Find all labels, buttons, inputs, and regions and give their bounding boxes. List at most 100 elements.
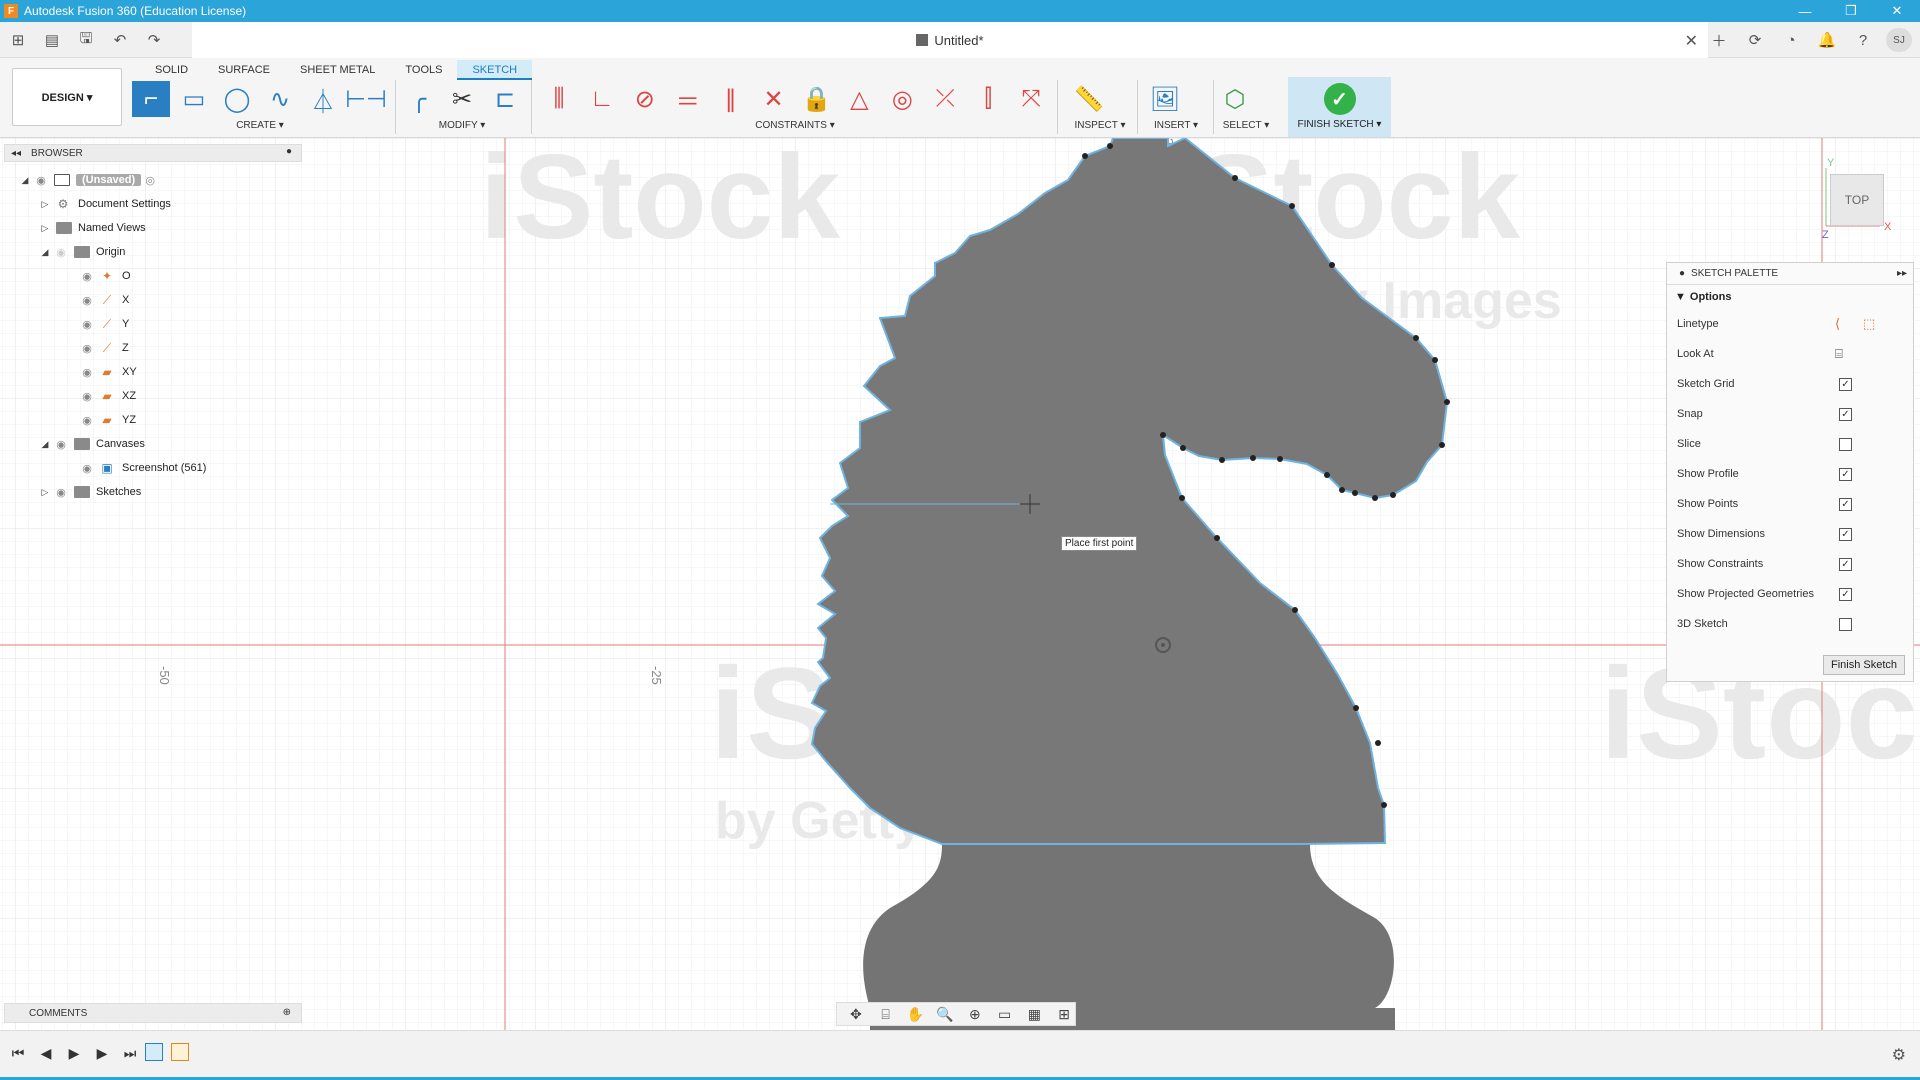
measure-icon[interactable]: 📏 [1070,81,1108,117]
tree-item-xz-plane[interactable]: ◉ ▰ XZ [78,386,136,406]
expand-triangle-icon[interactable]: ▷ [38,487,52,498]
snap-checkbox[interactable]: ✓ [1839,407,1852,421]
inspect-menu[interactable]: INSPECT ▾ [1070,120,1130,131]
visibility-eye-icon[interactable]: ◉ [78,270,96,283]
construction-linetype-icon[interactable]: ⟨ [1835,316,1840,332]
tree-item-origin-point[interactable]: ◉ ✦ O [78,266,130,286]
visibility-eye-icon[interactable]: ◉ [78,390,96,403]
tab-surface[interactable]: SURFACE [203,60,285,80]
redo-icon[interactable]: ↷ [142,28,166,52]
dimension-tool-icon[interactable]: ⊢⊣ [345,81,387,117]
grid-settings-icon[interactable]: ▦ [1024,1006,1046,1023]
fillet-tool-icon[interactable]: ╭ [400,81,438,117]
finish-sketch-button[interactable]: Finish Sketch [1823,655,1905,675]
look-at-icon[interactable]: ⌸ [875,1006,897,1023]
palette-header[interactable]: ● SKETCH PALETTE ▸▸ [1667,263,1913,285]
concentric-constraint-icon[interactable]: ◎ [883,81,921,117]
slice-checkbox[interactable] [1839,437,1852,451]
collapse-triangle-icon[interactable]: ◢ [18,175,32,186]
data-panel-grid-icon[interactable]: ⊞ [6,28,30,52]
parallel-constraint-icon[interactable]: ∥ [712,81,750,117]
tab-sketch[interactable]: SKETCH [457,60,533,80]
tree-item-sketches[interactable]: ▷ ◉ Sketches [38,482,141,502]
trim-tool-icon[interactable]: ✂ [443,81,481,117]
orbit-icon[interactable]: ✥ [845,1006,867,1023]
palette-expand-icon[interactable]: ▸▸ [1897,268,1907,279]
symmetry-constraint-icon[interactable]: ⫿ [969,81,1007,117]
tree-item-screenshot-canvas[interactable]: ◉ ▣ Screenshot (561) [78,458,206,478]
expand-triangle-icon[interactable]: ▷ [38,223,52,234]
tangent-constraint-icon[interactable]: ⊘ [626,81,664,117]
show-dimensions-checkbox[interactable]: ✓ [1839,527,1852,541]
select-cursor-icon[interactable]: ⬡ [1216,81,1254,117]
browser-pin-icon[interactable]: ● [286,146,292,157]
collapse-triangle-icon[interactable]: ◢ [38,439,52,450]
triangle-constraint-icon[interactable]: △ [840,81,878,117]
create-menu[interactable]: CREATE ▾ [132,120,388,131]
visibility-eye-icon[interactable]: ◉ [52,438,70,451]
visibility-eye-icon[interactable]: ◉ [52,486,70,499]
expand-triangle-icon[interactable]: ▷ [38,199,52,210]
tree-item-y-axis[interactable]: ◉ ⟋ Y [78,314,129,334]
go-to-end-icon[interactable]: ⏭ [122,1045,138,1062]
visibility-eye-icon[interactable]: ◉ [78,366,96,379]
help-icon[interactable]: ? [1850,28,1876,52]
close-tab-icon[interactable]: ✕ [1685,31,1698,51]
close-window-button[interactable]: ✕ [1874,0,1920,22]
show-projected-geometries-checkbox[interactable]: ✓ [1839,587,1852,601]
tab-solid[interactable]: SOLID [140,60,203,80]
tree-item-yz-plane[interactable]: ◉ ▰ YZ [78,410,136,430]
go-to-start-icon[interactable]: ⏮ [10,1045,26,1062]
circle-tool-icon[interactable]: ◯ [218,81,256,117]
centerline-linetype-icon[interactable]: ⬚ [1863,316,1875,332]
file-menu-icon[interactable]: ▤ [40,28,64,52]
mirror-tool-icon[interactable]: ⏃ [304,81,342,117]
document-tab[interactable]: Untitled* ✕ [192,22,1708,58]
tree-item-document-settings[interactable]: ▷ ⚙ Document Settings [38,194,171,214]
rectangle-tool-icon[interactable]: ▭ [175,81,213,117]
tree-item-named-views[interactable]: ▷ Named Views [38,218,146,238]
notifications-icon[interactable]: 🔔 [1814,28,1840,52]
activate-radio-icon[interactable]: ◎ [141,174,159,187]
visibility-eye-icon[interactable]: ◉ [78,462,96,475]
zoom-icon[interactable]: 🔍 [934,1006,956,1023]
tab-tools[interactable]: TOOLS [390,60,457,80]
sketch-grid-checkbox[interactable]: ✓ [1839,377,1852,391]
job-status-icon[interactable]: ◔ [1778,28,1804,52]
tree-item-x-axis[interactable]: ◉ ⟋ X [78,290,129,310]
insert-canvas-icon[interactable]: 🖼 [1146,81,1184,117]
select-menu[interactable]: SELECT ▾ [1216,120,1276,131]
minimize-button[interactable]: — [1782,0,1828,22]
finish-sketch-check-icon[interactable]: ✓ [1323,83,1356,115]
extensions-icon[interactable]: ⟳ [1742,28,1768,52]
constraints-menu[interactable]: CONSTRAINTS ▾ [540,120,1050,131]
zoom-window-icon[interactable]: ⊕ [964,1006,986,1023]
visibility-eye-icon[interactable]: ◉ [78,318,96,331]
tree-root[interactable]: ◢ ◉ (Unsaved) ◎ [18,170,159,190]
visibility-eye-icon[interactable]: ◉ [32,174,50,187]
finish-sketch-menu[interactable]: FINISH SKETCH ▾ [1288,119,1391,130]
visibility-eye-icon[interactable]: ◉ [78,414,96,427]
tab-sheet-metal[interactable]: SHEET METAL [285,60,390,80]
restore-button[interactable]: ❐ [1828,0,1874,22]
display-settings-icon[interactable]: ▭ [994,1006,1016,1023]
show-points-checkbox[interactable]: ✓ [1839,497,1852,511]
line-tool-icon[interactable]: ⌐ [132,81,170,117]
3d-sketch-checkbox[interactable] [1839,617,1852,631]
modify-menu[interactable]: MODIFY ▾ [400,120,524,131]
timeline-canvas-feature[interactable] [145,1043,163,1061]
browser-header[interactable]: ◂◂ BROWSER ● [4,144,302,162]
tree-item-canvases[interactable]: ◢ ◉ Canvases [38,434,145,454]
tree-item-z-axis[interactable]: ◉ ⟋ Z [78,338,129,358]
show-constraints-checkbox[interactable]: ✓ [1839,557,1852,571]
undo-icon[interactable]: ↶ [108,28,132,52]
comments-panel[interactable]: COMMENTS ⊕ [4,1003,302,1023]
offset-tool-icon[interactable]: ⊏ [486,81,524,117]
perpendicular-constraint-icon[interactable]: ∟ [583,81,621,117]
timeline-settings-gear-icon[interactable]: ⚙ [1892,1045,1906,1065]
finish-sketch-group[interactable]: ✓ FINISH SKETCH ▾ [1288,77,1391,137]
add-comment-icon[interactable]: ⊕ [283,1007,291,1018]
visibility-eye-icon[interactable]: ◉ [52,246,70,259]
fix-constraint-icon[interactable]: 🔒 [798,81,836,117]
tree-item-origin[interactable]: ◢ ◉ Origin [38,242,125,262]
